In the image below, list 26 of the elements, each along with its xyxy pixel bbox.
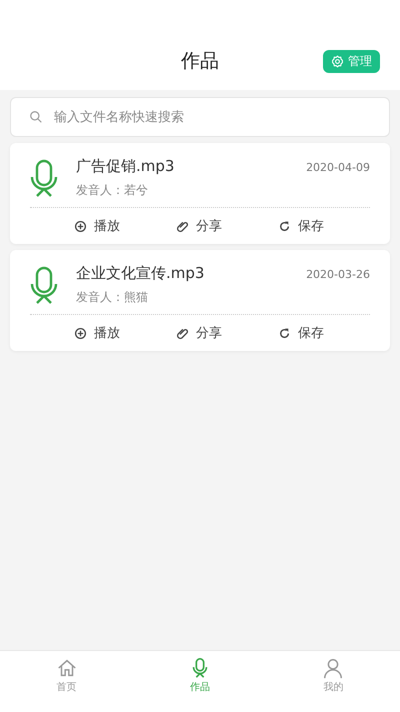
speaker-label: 发音人：若兮 [76,182,149,199]
share-button[interactable]: 分享 [168,315,230,351]
search-icon [29,110,43,124]
refresh-icon [278,220,291,232]
play-button[interactable]: 播放 [66,315,128,351]
plus-circle-icon [74,220,87,232]
plus-circle-icon [74,326,87,340]
refresh-icon [278,326,291,340]
file-date: 2020-03-26 [306,268,370,281]
home-icon [56,657,78,679]
file-name: 广告促销.mp3 [76,157,176,176]
share-button[interactable]: 分享 [168,208,230,244]
speaker-label: 发音人：熊猫 [76,289,149,306]
save-button[interactable]: 保存 [270,208,332,244]
search-field[interactable]: 输入文件名称快速搜索 [10,97,390,137]
user-icon [322,657,344,679]
microphone-icon [30,266,58,306]
file-date: 2020-04-09 [306,161,370,174]
page-title: 作品 [181,49,219,74]
save-button[interactable]: 保存 [270,315,332,351]
settings-icon [331,55,344,68]
play-button[interactable]: 播放 [66,208,128,244]
file-name: 企业文化宣传.mp3 [76,264,206,283]
paperclip-icon [176,220,189,232]
paperclip-icon [176,326,189,340]
microphone-icon [30,159,58,199]
